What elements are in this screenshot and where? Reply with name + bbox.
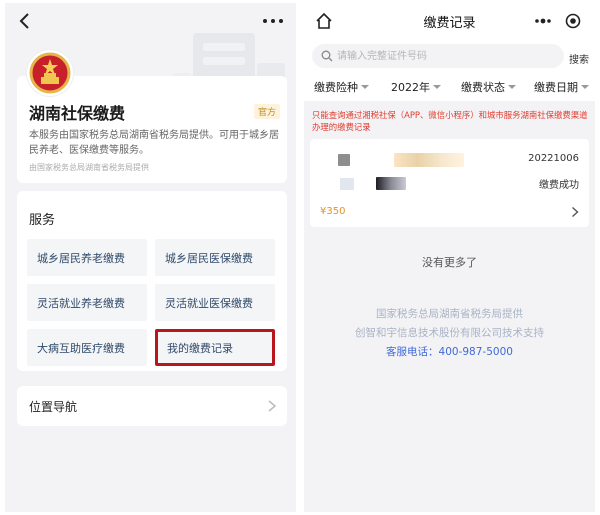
filter-label: 缴费险种: [314, 81, 358, 94]
footer-provider: 国家税务总局湖南省税务局提供: [376, 308, 523, 320]
urban-rural-pension-button[interactable]: 城乡居民养老缴费: [27, 239, 147, 276]
service-description: 本服务由国家税务总局湖南省税务局提供。可用于城乡居民养老、医保缴费等服务。: [29, 130, 279, 156]
caret-down-icon: [581, 85, 589, 89]
record-status: 缴费成功: [539, 180, 579, 191]
footer-hotline[interactable]: 客服电话：400-987-5000: [304, 344, 595, 359]
filter-insurance-type[interactable]: 缴费险种: [314, 79, 369, 95]
no-more-text: 没有更多了: [422, 256, 477, 269]
redacted-block: [376, 177, 406, 190]
chevron-right-icon: [268, 400, 277, 412]
query-notice: 只能查询通过湘税社保（APP、微信小程序）和城市服务湖南社保缴费渠道办理的缴费记…: [312, 110, 588, 132]
emblem-icon: [29, 52, 71, 94]
official-badge: 官方: [254, 104, 281, 119]
urban-rural-medical-button[interactable]: 城乡居民医保缴费: [155, 239, 275, 276]
services-heading: 服务: [29, 213, 56, 228]
service-home-panel: 湖南社保缴费 官方 本服务由国家税务总局湖南省税务局提供。可用于城乡居民养老、医…: [5, 3, 296, 512]
filter-bar: 缴费险种 2022年 缴费状态 缴费日期: [304, 73, 595, 101]
search-box: [312, 44, 564, 68]
services-card: 服务 城乡居民养老缴费 城乡居民医保缴费 灵活就业养老缴费 灵活就业医保缴费 大…: [17, 191, 287, 371]
back-arrow-icon[interactable]: [15, 11, 35, 31]
filter-date[interactable]: 缴费日期: [534, 79, 589, 95]
service-title: 湖南社保缴费: [29, 104, 126, 123]
screenshot: 湖南社保缴费 官方 本服务由国家税务总局湖南省税务局提供。可用于城乡居民养老、医…: [0, 0, 600, 515]
search-bar: 搜索: [304, 39, 595, 73]
filter-label: 缴费状态: [461, 81, 505, 94]
footer-tech-support: 创智和宇信息技术股份有限公司技术支持: [355, 327, 544, 339]
caret-down-icon: [361, 85, 369, 89]
service-provider: 由国家税务总局湖南省税务局提供: [29, 163, 149, 172]
flexible-medical-button[interactable]: 灵活就业医保缴费: [155, 284, 275, 321]
redacted-block: [338, 154, 350, 166]
record-amount: ¥350: [320, 206, 346, 217]
caret-down-icon: [508, 85, 516, 89]
top-bar: 缴费记录: [304, 3, 595, 39]
search-button[interactable]: 搜索: [569, 51, 589, 66]
payment-record-card[interactable]: 20221006 缴费成功 ¥350: [310, 139, 589, 227]
filter-label: 2022年: [391, 81, 430, 94]
location-nav-label: 位置导航: [29, 400, 78, 414]
id-number-input[interactable]: [337, 47, 557, 65]
filter-label: 缴费日期: [534, 81, 578, 94]
filter-year[interactable]: 2022年: [391, 79, 441, 95]
filter-status[interactable]: 缴费状态: [461, 79, 516, 95]
my-payment-records-button[interactable]: 我的缴费记录: [155, 329, 275, 366]
payment-records-panel: 缴费记录 搜索 缴费险种 2022年 缴费状态 缴费日期 只能查询通: [304, 3, 595, 512]
redacted-block: [394, 153, 464, 167]
search-icon: [321, 50, 333, 62]
record-date: 20221006: [528, 153, 579, 164]
mini-program-capsule[interactable]: [527, 9, 585, 33]
location-nav-item[interactable]: 位置导航: [17, 386, 287, 426]
flexible-pension-button[interactable]: 灵活就业养老缴费: [27, 284, 147, 321]
critical-illness-button[interactable]: 大病互助医疗缴费: [27, 329, 147, 366]
redacted-block: [340, 178, 354, 190]
national-emblem-logo: [27, 50, 73, 96]
chevron-right-icon: [572, 206, 579, 218]
caret-down-icon: [433, 85, 441, 89]
